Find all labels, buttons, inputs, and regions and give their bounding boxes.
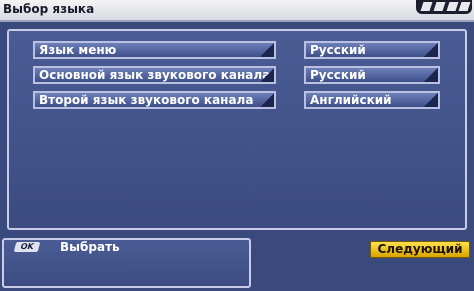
secondary-audio-language-select[interactable]: Английский [304,91,440,109]
menu-language-select[interactable]: Русский [304,41,440,59]
language-settings-panel [7,29,467,230]
title-bar: Выбор языка [0,0,474,22]
window-title: Выбор языка [3,2,95,16]
setting-label-primary-audio[interactable]: Основной язык звукового канала [33,66,276,84]
ok-hint-label: Выбрать [60,240,120,254]
setting-label-secondary-audio[interactable]: Второй язык звукового канала [33,91,276,109]
primary-audio-language-select[interactable]: Русский [304,66,440,84]
ok-key-icon: OK [13,242,41,252]
setting-label-menu-language[interactable]: Язык меню [33,41,276,59]
next-button[interactable]: Следующий [370,241,470,258]
brand-logo [416,0,472,14]
